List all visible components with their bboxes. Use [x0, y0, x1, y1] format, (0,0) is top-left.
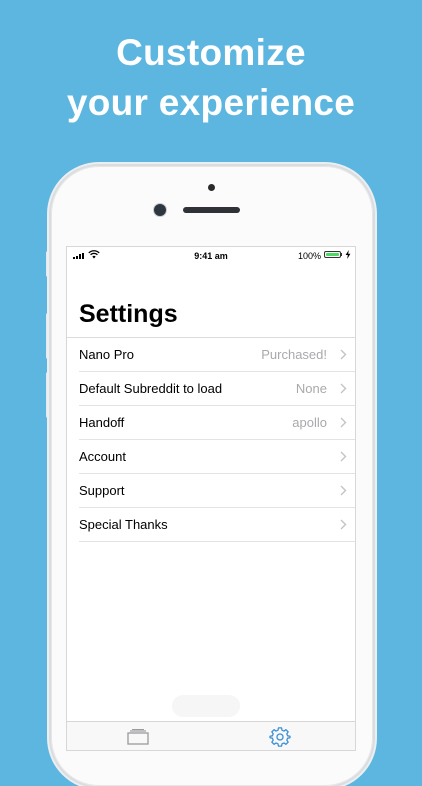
settings-row-account[interactable]: Account — [79, 440, 355, 474]
chevron-right-icon — [340, 485, 347, 496]
chevron-right-icon — [340, 349, 347, 360]
row-detail: None — [295, 381, 327, 396]
row-label: Special Thanks — [79, 517, 168, 532]
chevron-right-icon — [340, 519, 347, 530]
settings-row-handoff[interactable]: Handoff apollo — [79, 406, 355, 440]
headline-line-1: Customize — [116, 32, 306, 73]
status-bar: 9:41 am 100% — [67, 247, 355, 265]
settings-row-special-thanks[interactable]: Special Thanks — [79, 508, 355, 542]
chevron-right-icon — [340, 451, 347, 462]
chevron-right-icon — [340, 383, 347, 394]
settings-row-nano-pro[interactable]: Nano Pro Purchased! — [79, 338, 355, 372]
earpiece-speaker — [183, 207, 240, 213]
row-detail: apollo — [292, 415, 327, 430]
row-label: Handoff — [79, 415, 125, 430]
battery-percent: 100% — [298, 251, 322, 261]
headline-line-2: your experience — [66, 82, 356, 123]
gear-icon[interactable] — [269, 726, 291, 748]
home-indicator — [172, 695, 240, 717]
proximity-sensor — [208, 184, 215, 191]
row-label: Account — [79, 449, 126, 464]
posts-icon[interactable] — [127, 729, 149, 745]
chevron-right-icon — [340, 417, 347, 428]
page-title: Settings — [79, 300, 178, 328]
front-camera — [154, 204, 166, 216]
settings-row-support[interactable]: Support — [79, 474, 355, 508]
phone-screen: 9:41 am 100% Settings Nano Pro Purchased… — [67, 247, 355, 750]
row-label: Default Subreddit to load — [79, 381, 223, 396]
battery-tip — [341, 253, 342, 256]
charging-bolt-icon — [345, 250, 351, 259]
row-label: Nano Pro — [79, 347, 134, 362]
battery-icon — [324, 251, 341, 258]
settings-list: Nano Pro Purchased! Default Subreddit to… — [67, 337, 355, 542]
row-detail: Purchased! — [261, 347, 327, 362]
row-label: Support — [79, 483, 125, 498]
tab-bar — [67, 721, 355, 750]
settings-row-default-subreddit[interactable]: Default Subreddit to load None — [79, 372, 355, 406]
